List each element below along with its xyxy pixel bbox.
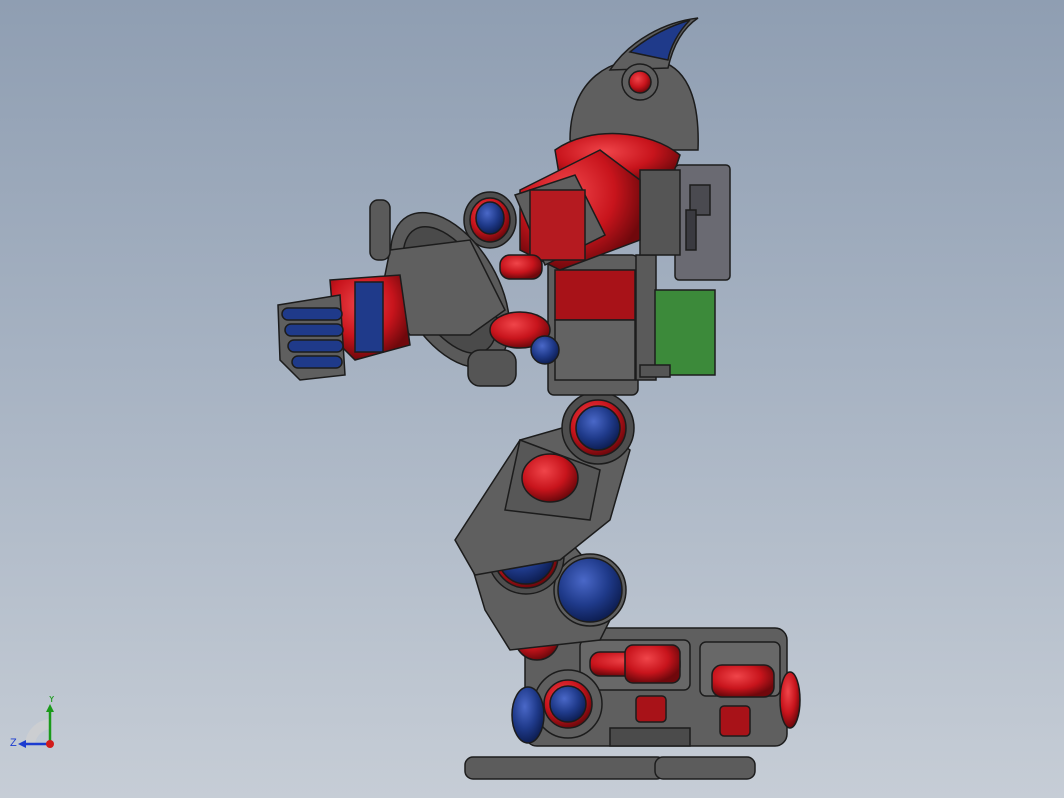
- robot-model[interactable]: [0, 0, 1064, 798]
- graphics-viewport[interactable]: Y Z: [0, 0, 1064, 798]
- base-plate: [464, 756, 756, 780]
- y-axis-label: Y: [48, 696, 56, 705]
- x-axis-dot: [46, 740, 54, 748]
- hand: [277, 274, 411, 381]
- antenna-post: [369, 199, 391, 261]
- coordinate-triad: Y Z: [10, 696, 56, 749]
- z-axis-label: Z: [10, 737, 17, 749]
- circuit-board: [654, 289, 716, 376]
- head: [554, 17, 699, 186]
- thigh-segment: [454, 391, 635, 576]
